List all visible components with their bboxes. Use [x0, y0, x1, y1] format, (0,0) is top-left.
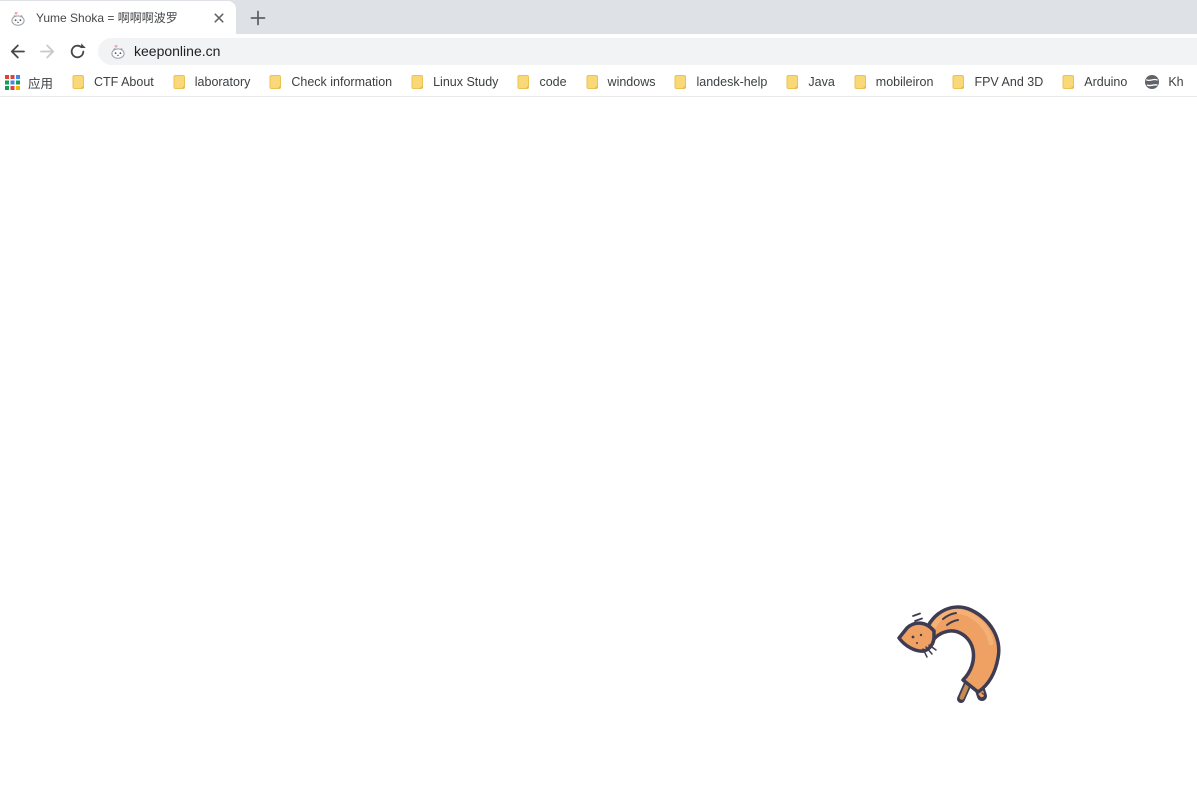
bookmark-label: landesk-help	[696, 75, 768, 89]
globe-icon	[1144, 74, 1160, 90]
bookmark-label: Kh	[1168, 75, 1184, 89]
folder-icon	[171, 74, 187, 90]
folder-icon	[515, 74, 531, 90]
bookmark-folder[interactable]: CTF About	[70, 74, 154, 90]
bookmark-folder[interactable]: landesk-help	[672, 74, 767, 90]
bookmark-label: Java	[808, 75, 835, 89]
forward-icon[interactable]	[32, 36, 62, 66]
tab-strip: Yume Shoka = 啊啊啊波罗	[0, 0, 1197, 34]
bookmark-apps-shortcut[interactable]: 应用	[5, 73, 53, 92]
bookmark-folder[interactable]: laboratory	[171, 74, 251, 90]
bookmark-label: Arduino	[1084, 75, 1128, 89]
bookmark-folder[interactable]: Check information	[267, 74, 392, 90]
jumping-cat-illustration	[893, 597, 1013, 707]
bookmark-page[interactable]: Kh	[1144, 74, 1184, 90]
tab-title: Yume Shoka = 啊啊啊波罗	[36, 11, 178, 25]
folder-icon	[852, 74, 868, 90]
browser-tab[interactable]: Yume Shoka = 啊啊啊波罗	[0, 1, 236, 34]
address-favicon-cat-icon	[110, 43, 126, 59]
bookmark-label: FPV And 3D	[974, 75, 1044, 89]
apps-grid-icon	[5, 74, 20, 90]
web-page-content	[0, 97, 1197, 792]
folder-icon	[70, 74, 86, 90]
bookmark-folder[interactable]: code	[515, 74, 567, 90]
reload-icon[interactable]	[62, 36, 92, 66]
bookmark-folder[interactable]: Linux Study	[409, 74, 498, 90]
bookmark-folder[interactable]: mobileiron	[852, 74, 934, 90]
bookmark-label: CTF About	[94, 75, 154, 89]
bookmark-folder[interactable]: Java	[784, 74, 835, 90]
bookmark-label: laboratory	[194, 75, 251, 89]
new-tab-plus-icon[interactable]	[244, 4, 272, 32]
back-icon[interactable]	[2, 36, 32, 66]
folder-icon	[409, 74, 425, 90]
bookmark-folder[interactable]: windows	[584, 74, 656, 90]
folder-icon	[950, 74, 966, 90]
address-bar[interactable]: keeponline.cn	[98, 37, 1197, 65]
bookmark-label: code	[539, 75, 567, 89]
folder-icon	[267, 74, 283, 90]
folder-icon	[1060, 74, 1076, 90]
bookmark-folder[interactable]: FPV And 3D	[950, 74, 1043, 90]
browser-toolbar: keeponline.cn	[0, 34, 1197, 68]
bookmarks-bar: 应用 CTF About laboratory Check informatio…	[0, 68, 1197, 97]
bookmark-label: 应用	[28, 76, 54, 91]
bookmark-label: windows	[607, 75, 656, 89]
tab-close-icon[interactable]	[210, 9, 228, 27]
folder-icon	[584, 74, 600, 90]
folder-icon	[784, 74, 800, 90]
bookmark-label: Check information	[291, 75, 393, 89]
folder-icon	[672, 74, 688, 90]
tab-favicon-cat-icon	[10, 10, 26, 26]
address-url-text: keeponline.cn	[134, 43, 221, 59]
bookmark-label: Linux Study	[433, 75, 499, 89]
bookmark-folder[interactable]: Arduino	[1060, 74, 1127, 90]
bookmark-label: mobileiron	[875, 75, 934, 89]
